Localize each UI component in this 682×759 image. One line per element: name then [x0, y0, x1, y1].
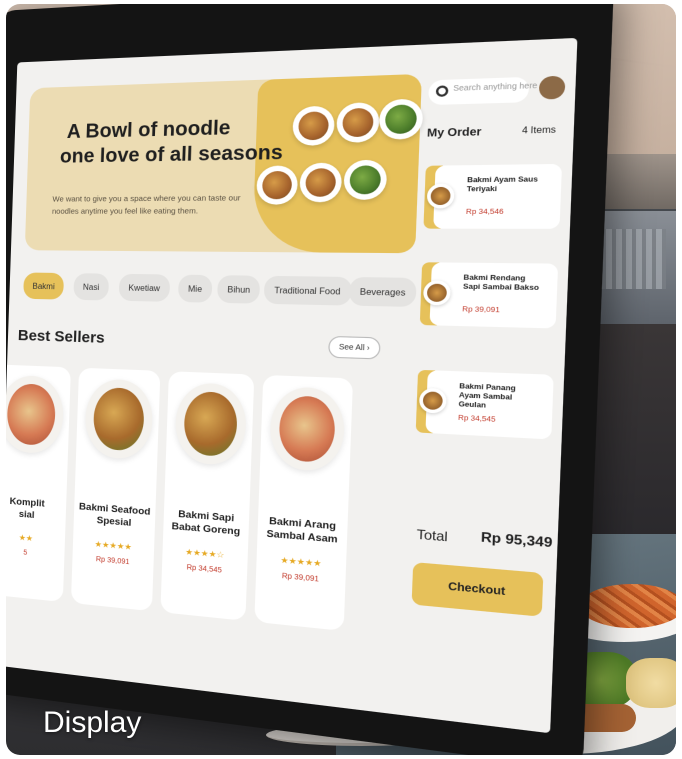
order-item-count: 4 Items [521, 124, 557, 136]
kiosk-screen: A Bowl of noodle one love of all seasons… [6, 37, 578, 734]
category-tabs: Bakmi Nasi Kwetiaw Mie Bihun Traditional… [23, 272, 417, 308]
banner-subtitle: We want to give you a space where you ca… [51, 192, 241, 216]
chevron-right-icon: › [366, 344, 370, 352]
order-item-name: Bakmi Rendang Sapi Sambal Bakso [462, 274, 540, 293]
see-all-label: See All [338, 343, 365, 352]
category-tab-beverages[interactable]: Beverages [348, 276, 417, 308]
monitor: A Bowl of noodle one love of all seasons… [6, 4, 615, 755]
order-item-name: Bakmi Panang Ayam Sambal Geulan [458, 382, 516, 410]
caption: Display [43, 706, 142, 739]
order-item-price: Rp 34,546 [465, 208, 504, 217]
category-tab-traditional-food[interactable]: Traditional Food [263, 275, 352, 306]
pasta-salad [626, 658, 676, 708]
order-item-name: Bakmi Ayam Saus Teriyaki [466, 175, 539, 194]
best-sellers-heading: Best Sellers [17, 326, 105, 347]
photo-background: A Bowl of noodle one love of all seasons… [6, 4, 676, 755]
checkout-button[interactable]: Checkout [411, 562, 544, 617]
total-value: Rp 95,349 [480, 529, 553, 551]
category-tab-bihun[interactable]: Bihun [216, 275, 261, 304]
category-tab-mie[interactable]: Mie [177, 274, 213, 303]
category-tab-bakmi[interactable]: Bakmi [23, 272, 65, 300]
order-item-price: Rp 39,091 [462, 305, 500, 315]
fries [580, 584, 676, 628]
category-tab-kwetiaw[interactable]: Kwetiaw [118, 273, 171, 302]
banner-title-line2: one love of all seasons [59, 141, 284, 168]
see-all-button[interactable]: See All › [328, 335, 381, 360]
my-order-heading: My Order [426, 126, 482, 140]
total-label: Total [416, 526, 449, 545]
banner-title-line1: A Bowl of noodle [66, 117, 231, 144]
category-tab-nasi[interactable]: Nasi [73, 273, 110, 301]
avatar[interactable] [538, 75, 566, 100]
